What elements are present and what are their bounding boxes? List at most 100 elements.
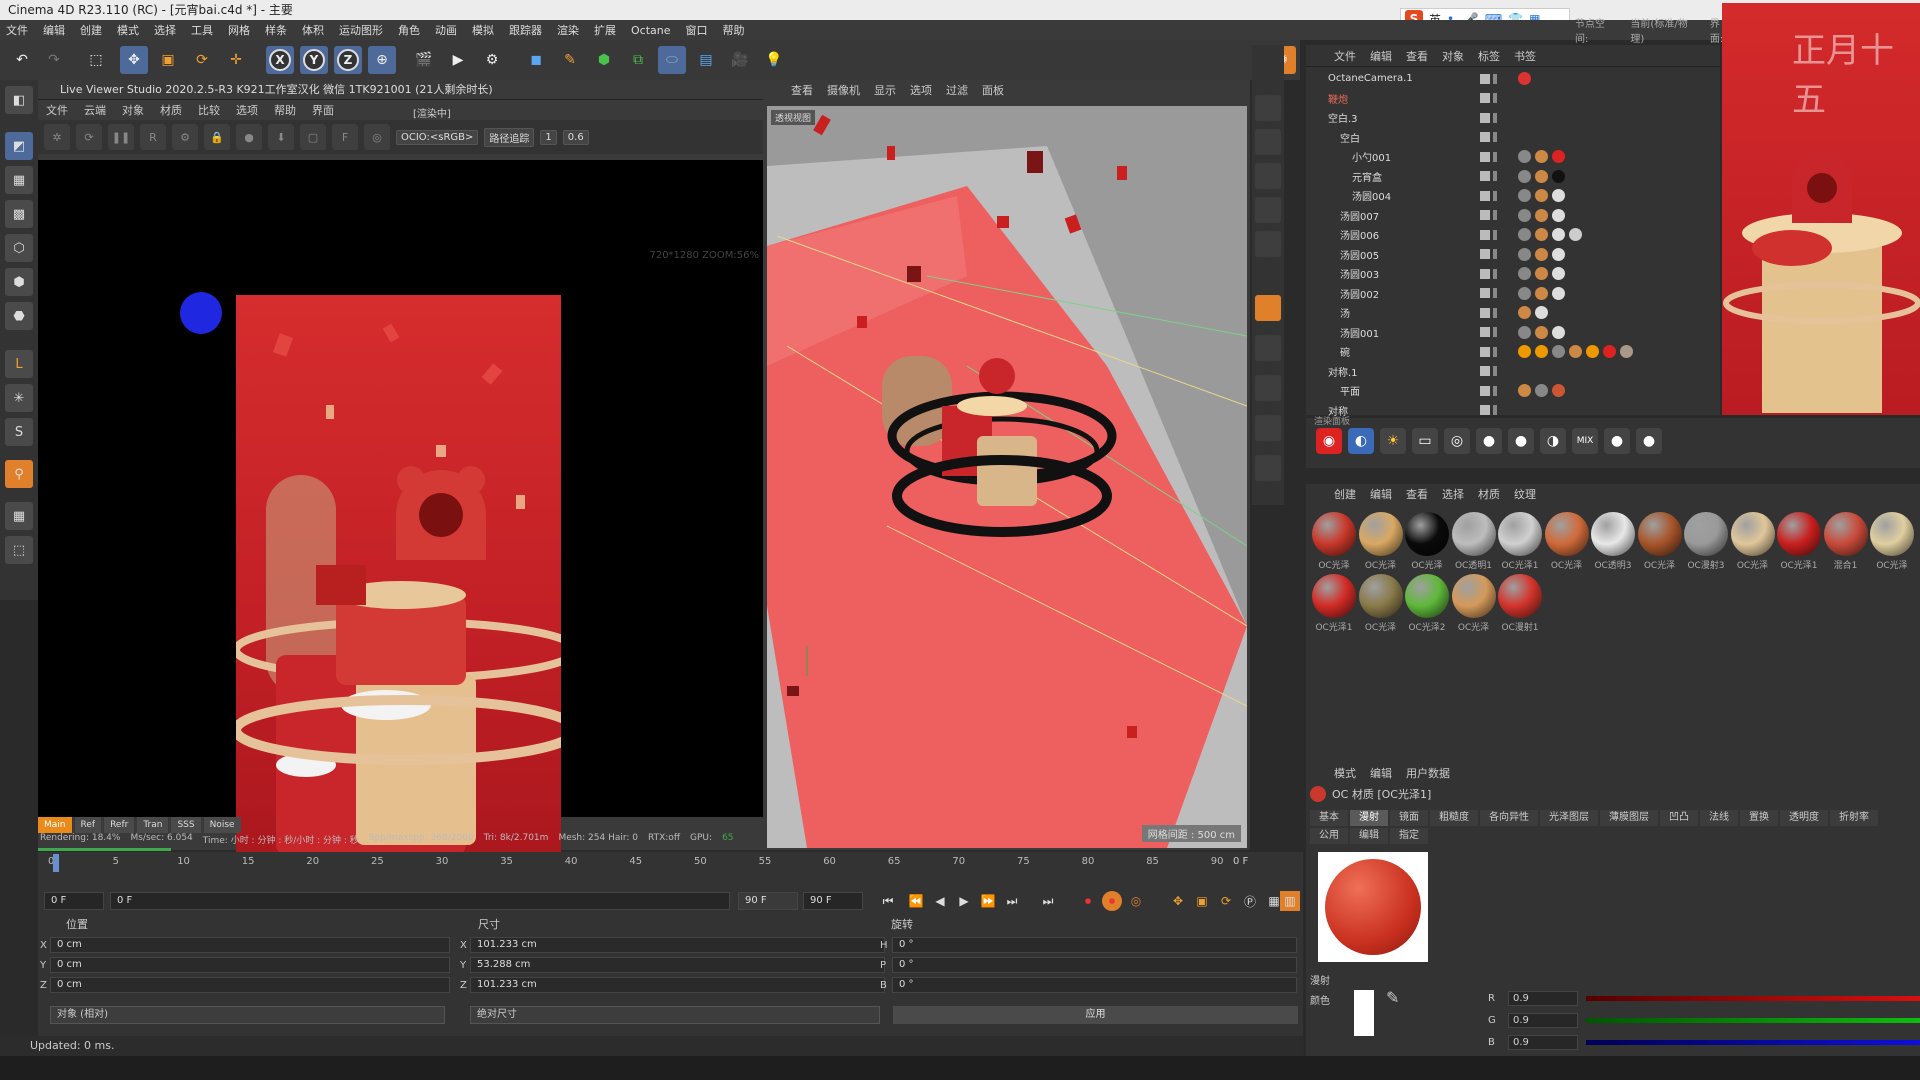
polygons-mode-icon[interactable]: ⬣: [5, 302, 33, 330]
pos-z-input[interactable]: 0 cm: [50, 977, 450, 993]
visibility-flags[interactable]: [1480, 268, 1497, 279]
material-name[interactable]: OC漫射1: [1498, 620, 1542, 633]
tag-icon[interactable]: [1586, 345, 1599, 358]
tag-icon[interactable]: [1552, 384, 1565, 397]
tag-icon[interactable]: [1569, 345, 1582, 358]
region-icon[interactable]: R: [140, 124, 166, 150]
prev-key-icon[interactable]: ⏪: [906, 891, 926, 911]
next-frame-icon[interactable]: ⏩: [978, 891, 998, 911]
menu-item[interactable]: 编辑: [43, 22, 65, 38]
play-icon[interactable]: ▶: [954, 891, 974, 911]
grid-snap-icon[interactable]: ▦: [5, 502, 33, 530]
side-tool-5[interactable]: [1255, 231, 1281, 257]
select-icon[interactable]: ⬚: [82, 46, 110, 74]
key-rotate-icon[interactable]: ⟳: [1216, 891, 1236, 911]
object-tags[interactable]: [1518, 228, 1582, 241]
aov-tab[interactable]: Refr: [104, 817, 135, 833]
edges-mode-icon[interactable]: ⬢: [5, 268, 33, 296]
visibility-flags[interactable]: [1480, 229, 1497, 240]
menu-item[interactable]: 动画: [435, 22, 457, 38]
menu-item[interactable]: 模式: [117, 22, 139, 38]
rot-h-input[interactable]: 0 °: [892, 937, 1297, 953]
circle-icon[interactable]: ●: [236, 124, 262, 150]
tag-icon[interactable]: [1518, 228, 1531, 241]
redo-icon[interactable]: ↷: [40, 46, 68, 74]
menu-item[interactable]: 网格: [228, 22, 250, 38]
material-name[interactable]: OC光泽: [1731, 558, 1775, 571]
material-ball[interactable]: [1684, 512, 1728, 556]
mix-material-icon[interactable]: MIX: [1572, 428, 1598, 454]
tag-icon[interactable]: [1552, 189, 1565, 202]
ocio-select[interactable]: OCIO:<sRGB>: [396, 129, 479, 145]
tag-icon[interactable]: [1535, 189, 1548, 202]
attr-tab[interactable]: 编辑: [1350, 828, 1388, 844]
attr-tab[interactable]: 各向异性: [1480, 810, 1538, 826]
material-name[interactable]: OC漫射3: [1684, 558, 1728, 571]
coord-system-icon[interactable]: ⊕: [368, 46, 396, 74]
next-key-icon[interactable]: ⏭: [1002, 891, 1022, 911]
object-name[interactable]: 汤圆005: [1340, 247, 1379, 262]
object-name[interactable]: 对称.1: [1328, 364, 1358, 379]
tweak-icon[interactable]: ✳: [5, 384, 33, 412]
attr-tab[interactable]: 置换: [1740, 810, 1778, 826]
object-name[interactable]: 汤圆002: [1340, 286, 1379, 301]
visibility-flags[interactable]: [1480, 151, 1497, 162]
goto-start-icon[interactable]: ⏮: [878, 891, 898, 911]
tag-icon[interactable]: [1620, 345, 1633, 358]
aov-tab[interactable]: Main: [38, 817, 72, 833]
object-row[interactable]: 鞭炮: [1306, 89, 1720, 108]
render-canvas[interactable]: 720*1280 ZOOM:56%: [38, 160, 763, 878]
menu-item[interactable]: 书签: [1514, 48, 1536, 64]
tag-icon[interactable]: [1552, 345, 1565, 358]
sun-icon[interactable]: ☀: [1380, 428, 1406, 454]
object-row[interactable]: 汤: [1306, 303, 1720, 322]
object-tags[interactable]: [1518, 384, 1565, 397]
menu-item[interactable]: 创建: [1334, 486, 1356, 502]
material-name[interactable]: OC光泽: [1359, 620, 1403, 633]
object-name[interactable]: 汤: [1340, 305, 1350, 320]
key-scale-icon[interactable]: ▣: [1192, 891, 1212, 911]
size-z-input[interactable]: 101.233 cm: [470, 977, 885, 993]
object-row[interactable]: 对称.1: [1306, 362, 1720, 381]
render-camera-icon[interactable]: ◉: [1316, 428, 1342, 454]
material-ball[interactable]: [1591, 512, 1635, 556]
tag-icon[interactable]: [1518, 267, 1531, 280]
material-name[interactable]: OC光泽: [1452, 620, 1496, 633]
menu-item[interactable]: 查看: [1406, 486, 1428, 502]
universal-material-icon[interactable]: ●: [1636, 428, 1662, 454]
object-name[interactable]: 汤圆001: [1340, 325, 1379, 340]
material-ball[interactable]: [1637, 512, 1682, 556]
max-frame[interactable]: 90 F: [803, 892, 863, 910]
eyedropper-icon[interactable]: ✎: [1386, 988, 1399, 1007]
object-tags[interactable]: [1518, 286, 1565, 300]
object-row[interactable]: 空白: [1306, 128, 1720, 147]
focus-icon[interactable]: F: [332, 124, 358, 150]
menu-item[interactable]: 界面: [312, 102, 334, 118]
menu-item[interactable]: 显示: [874, 82, 896, 98]
prev-frame-icon[interactable]: ◀: [930, 891, 950, 911]
attr-tab[interactable]: 光泽图层: [1540, 810, 1598, 826]
object-tags[interactable]: [1518, 345, 1633, 358]
pause-icon[interactable]: ❚❚: [108, 124, 134, 150]
tag-icon[interactable]: [1552, 267, 1565, 280]
tag-icon[interactable]: [1518, 345, 1531, 358]
camera-icon[interactable]: 🎥: [726, 46, 754, 74]
side-tool-2[interactable]: [1255, 129, 1281, 155]
menu-item[interactable]: 标签: [1478, 48, 1500, 64]
side-tool-6[interactable]: [1255, 335, 1281, 361]
material-name[interactable]: OC光泽: [1312, 558, 1356, 571]
coord-mode-select[interactable]: 对象 (相对): [50, 1006, 445, 1024]
menu-item[interactable]: 文件: [6, 22, 28, 38]
workplane-icon[interactable]: ▩: [5, 200, 33, 228]
tag-icon[interactable]: [1518, 150, 1531, 163]
tag-icon[interactable]: [1552, 247, 1565, 261]
menu-item[interactable]: 选择: [154, 22, 176, 38]
snap-icon[interactable]: S: [5, 418, 33, 446]
pick-icon[interactable]: ◎: [364, 124, 390, 150]
material-name[interactable]: OC透明3: [1591, 558, 1635, 571]
menu-item[interactable]: 文件: [46, 102, 68, 118]
menu-item[interactable]: 工具: [191, 22, 213, 38]
menu-item[interactable]: Octane: [631, 24, 671, 37]
menu-item[interactable]: 材质: [1478, 486, 1500, 502]
kernel-select[interactable]: 路径追踪: [484, 127, 535, 147]
